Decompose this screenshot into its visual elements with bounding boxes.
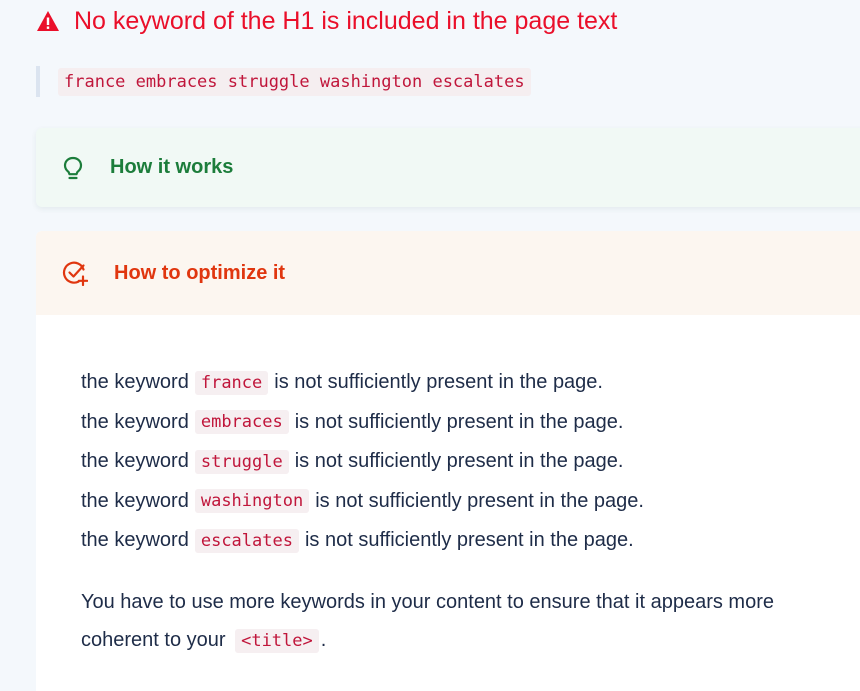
advice-end: . (320, 628, 327, 651)
keyword-code: escalates (194, 528, 299, 553)
keyword-line: the keyword struggle is not sufficiently… (81, 442, 860, 482)
keyword-suffix: is not sufficiently present in the page. (315, 489, 644, 512)
keyword-suffix: is not sufficiently present in the page. (274, 371, 603, 394)
check-plus-icon (62, 261, 88, 286)
keyword-suffix: is not sufficiently present in the page. (294, 450, 624, 473)
keyword-prefix: the keyword (81, 371, 189, 394)
keyword-code: france (194, 370, 269, 395)
keyword-suffix: is not sufficiently present in the page. (294, 410, 624, 433)
keyword-prefix: the keyword (81, 529, 189, 552)
how-to-optimize-title: How to optimize it (114, 261, 286, 284)
title-tag-code: <title> (235, 628, 319, 653)
keyword-line: the keyword washington is not sufficient… (81, 482, 860, 522)
keyword-line: the keyword escalates is not sufficientl… (81, 521, 860, 561)
error-title: No keyword of the H1 is included in the … (74, 7, 618, 35)
advice-paragraph: You have to use more keywords in your co… (81, 583, 841, 660)
optimize-content: the keyword france is not sufficiently p… (36, 315, 860, 660)
how-to-optimize-header[interactable]: How to optimize it (36, 231, 860, 315)
keyword-prefix: the keyword (81, 410, 189, 433)
lightbulb-icon (63, 156, 83, 179)
error-heading: No keyword of the H1 is included in the … (36, 4, 617, 38)
warning-triangle-icon (37, 11, 59, 31)
keyword-suffix: is not sufficiently present in the page. (304, 529, 634, 552)
keyword-prefix: the keyword (81, 489, 189, 512)
keyword-line: the keyword france is not sufficiently p… (81, 363, 860, 403)
keyword-code: struggle (194, 449, 289, 474)
how-it-works-panel[interactable]: How it works (36, 128, 860, 207)
how-to-optimize-panel: How to optimize it the keyword france is… (36, 231, 860, 691)
keywords-code: france embraces struggle washington esca… (58, 67, 531, 96)
keyword-code: embraces (194, 410, 289, 435)
keyword-code: washington (194, 489, 310, 514)
advice-text: You have to use more keywords in your co… (81, 590, 774, 651)
keyword-line: the keyword embraces is not sufficiently… (81, 403, 860, 443)
how-it-works-title: How it works (110, 156, 234, 178)
keywords-blockquote: france embraces struggle washington esca… (36, 66, 531, 97)
keyword-prefix: the keyword (81, 450, 189, 473)
